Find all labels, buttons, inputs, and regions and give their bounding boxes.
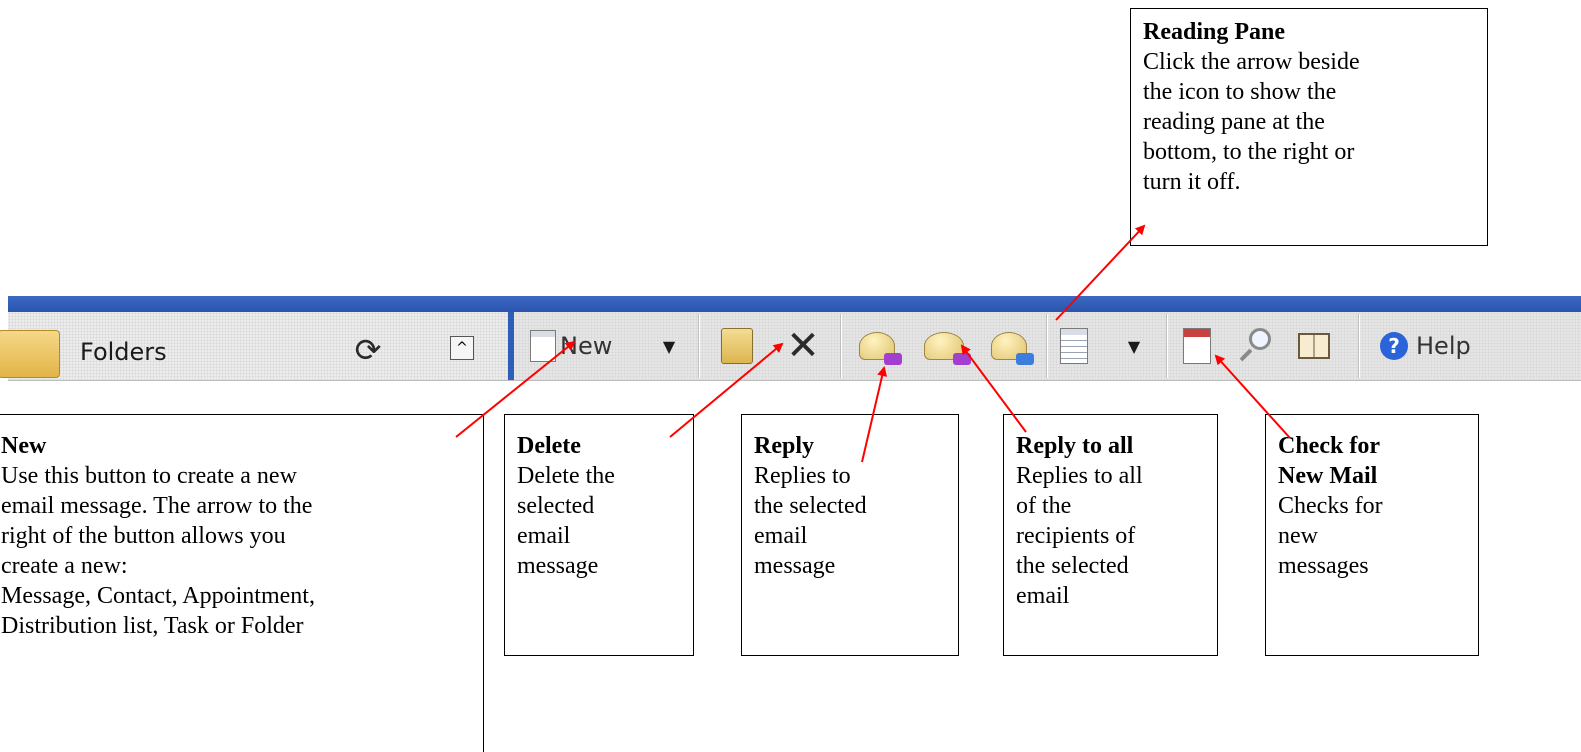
check-mail-arrow <box>1214 354 1291 439</box>
reply-arrow <box>861 366 888 463</box>
reading-pane-arrow <box>1055 224 1146 321</box>
reply-all-arrow <box>960 344 1027 433</box>
delete-arrow <box>669 342 784 438</box>
new-arrow <box>455 340 576 438</box>
pointer-arrows <box>455 224 1291 463</box>
